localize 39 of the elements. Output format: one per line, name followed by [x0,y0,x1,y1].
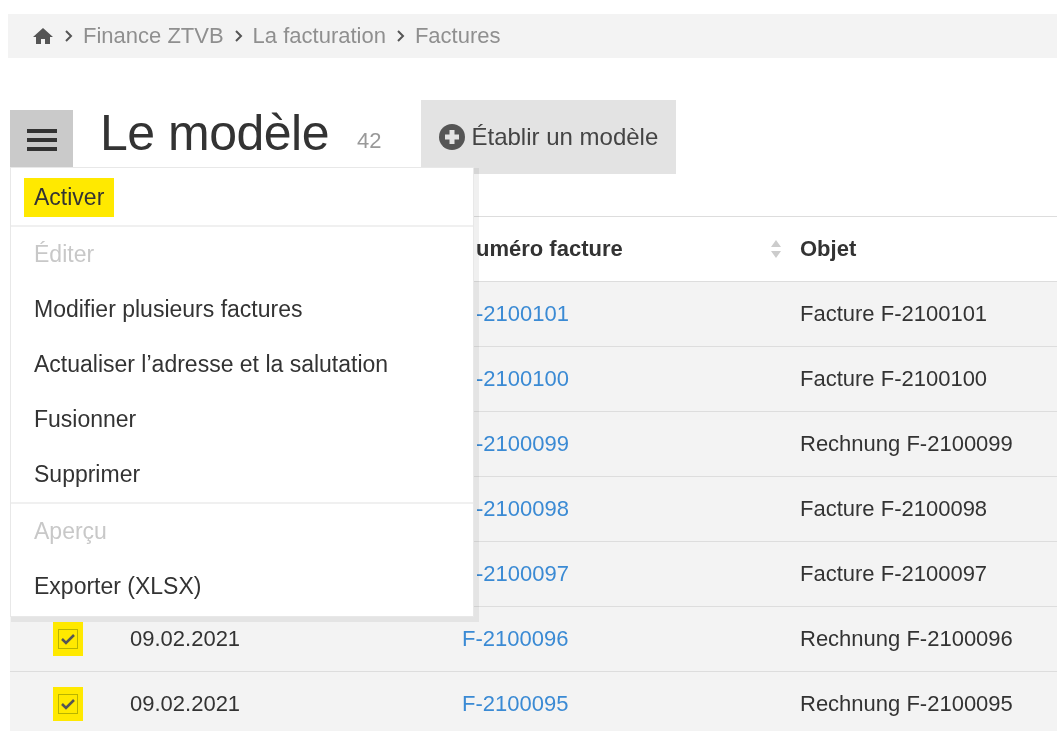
table-cell: 09.02.2021 [130,626,241,651]
page-title: Le modèle [100,104,329,162]
menu-item[interactable]: Actualiser l’adresse et la salutation [34,345,399,384]
invoice-link[interactable]: -2100098 [476,496,569,521]
table-cell: Rechnung F-2100095 [800,691,1013,716]
create-button[interactable]: Établir un modèle [421,100,677,174]
invoice-link[interactable]: -2100101 [476,301,569,326]
chevron-icon [395,29,405,43]
home-icon[interactable] [32,27,54,45]
chevron-icon [64,29,73,43]
invoice-link[interactable]: F-2100096 [462,626,569,651]
table-cell: 09.02.2021 [130,691,241,716]
table-cell: Facture F-2100098 [800,496,988,521]
breadcrumb-link[interactable]: Finance ZTVB [83,23,224,49]
menu-item[interactable]: Fusionner [34,400,147,439]
menu-icon [26,127,57,152]
invoice-link[interactable]: -2100099 [476,431,569,456]
column-header[interactable]: uméro facture [462,236,800,262]
column-header[interactable]: Objet [800,236,1057,262]
breadcrumb-link[interactable]: Factures [414,23,501,49]
table-cell: Rechnung F-2100099 [800,431,1013,456]
breadcrumb-link[interactable]: La facturation [252,23,386,49]
menu-item[interactable]: Supprimer [34,455,151,494]
plus-icon [439,124,466,150]
invoice-link[interactable]: -2100100 [476,366,569,391]
table-cell: Facture F-2100097 [800,561,988,586]
checkbox[interactable] [58,694,78,714]
invoice-link[interactable]: -2100097 [476,561,569,586]
checkbox[interactable] [58,629,78,649]
menu-item[interactable]: Exporter (XLSX) [34,567,212,606]
menu-item[interactable]: Modifier plusieurs factures [34,290,313,329]
table-cell: Facture F-2100101 [800,301,988,326]
chevron-icon [233,29,243,43]
invoice-link[interactable]: F-2100095 [462,691,569,716]
table-cell: Facture F-2100100 [800,366,988,391]
item-count: 42 [357,128,382,154]
table-cell: Rechnung F-2100096 [800,626,1013,651]
menu-button[interactable] [10,110,73,169]
menu-item[interactable]: Activer [24,178,115,217]
